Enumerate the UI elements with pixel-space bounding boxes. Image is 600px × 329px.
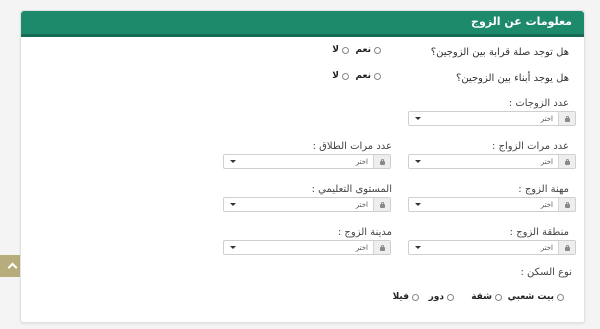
marriages-count-select[interactable]: اختر bbox=[408, 154, 576, 169]
caret-down-icon bbox=[230, 160, 236, 163]
radio-icon[interactable] bbox=[374, 46, 381, 54]
kinship-no-label: لا bbox=[332, 45, 339, 55]
lock-icon bbox=[558, 112, 575, 125]
lock-icon bbox=[558, 155, 575, 168]
lock-icon bbox=[373, 241, 390, 254]
divorces-count-label: عدد مرات الطلاق : bbox=[312, 141, 392, 152]
wives-count-label: عدد الزوجات : bbox=[508, 98, 569, 109]
education-value: اختر bbox=[355, 200, 368, 209]
caret-down-icon bbox=[415, 246, 421, 249]
housing-option-label: فيلا bbox=[392, 292, 409, 302]
education-label: المستوى التعليمي : bbox=[311, 184, 392, 195]
occupation-value: اختر bbox=[540, 200, 553, 209]
kinship-no-option[interactable]: لا bbox=[332, 45, 349, 55]
housing-option-label: دور bbox=[428, 292, 444, 302]
divorces-count-select[interactable]: اختر bbox=[223, 154, 391, 169]
children-no-option[interactable]: لا bbox=[332, 71, 349, 81]
caret-down-icon bbox=[415, 203, 421, 206]
radio-icon[interactable] bbox=[374, 72, 381, 80]
education-select[interactable]: اختر bbox=[223, 197, 391, 212]
kinship-yes-option[interactable]: نعم bbox=[355, 45, 381, 55]
housing-option-apartment[interactable]: شقة bbox=[471, 292, 502, 302]
occupation-select[interactable]: اختر bbox=[408, 197, 576, 212]
housing-option-floor[interactable]: دور bbox=[429, 292, 454, 302]
region-label: منطقة الزوج : bbox=[509, 227, 569, 238]
housing-option-label: شقة bbox=[471, 292, 492, 302]
radio-icon[interactable] bbox=[342, 46, 349, 54]
wives-count-value: اختر bbox=[540, 114, 553, 123]
city-value: اختر bbox=[355, 243, 368, 252]
radio-icon[interactable] bbox=[495, 293, 502, 301]
city-select[interactable]: اختر bbox=[223, 240, 391, 255]
children-yes-option[interactable]: نعم bbox=[355, 71, 381, 81]
caret-down-icon bbox=[230, 246, 236, 249]
kinship-question: هل توجد صلة قرابة بين الزوجين؟ bbox=[430, 47, 569, 58]
kinship-yes-label: نعم bbox=[355, 45, 371, 55]
wives-count-select[interactable]: اختر bbox=[408, 111, 576, 126]
region-select[interactable]: اختر bbox=[408, 240, 576, 255]
panel-title: معلومات عن الزوج bbox=[471, 15, 572, 28]
children-no-label: لا bbox=[332, 71, 339, 81]
housing-option-folk-house[interactable]: بيت شعبي bbox=[508, 292, 564, 302]
marriages-count-value: اختر bbox=[540, 157, 553, 166]
radio-icon[interactable] bbox=[447, 293, 454, 301]
husband-info-panel: معلومات عن الزوج هل توجد صلة قرابة بين ا… bbox=[20, 10, 585, 323]
caret-down-icon bbox=[415, 117, 421, 120]
panel-header: معلومات عن الزوج bbox=[21, 11, 584, 37]
caret-down-icon bbox=[230, 203, 236, 206]
marriages-count-label: عدد مرات الزواج : bbox=[491, 141, 569, 152]
radio-icon[interactable] bbox=[412, 293, 419, 301]
housing-option-label: بيت شعبي bbox=[507, 292, 554, 302]
lock-icon bbox=[373, 155, 390, 168]
occupation-label: مهنة الزوج : bbox=[518, 184, 569, 195]
housing-option-villa[interactable]: فيلا bbox=[393, 292, 419, 302]
children-yes-label: نعم bbox=[355, 71, 371, 81]
lock-icon bbox=[558, 241, 575, 254]
radio-icon[interactable] bbox=[342, 72, 349, 80]
lock-icon bbox=[373, 198, 390, 211]
divorces-count-value: اختر bbox=[355, 157, 368, 166]
lock-icon bbox=[558, 198, 575, 211]
region-value: اختر bbox=[540, 243, 553, 252]
children-question: هل يوجد أبناء بين الزوجين؟ bbox=[456, 73, 569, 84]
housing-type-label: نوع السكن : bbox=[520, 267, 572, 278]
caret-down-icon bbox=[415, 160, 421, 163]
city-label: مدينة الزوج : bbox=[337, 227, 392, 238]
radio-icon[interactable] bbox=[557, 293, 564, 301]
